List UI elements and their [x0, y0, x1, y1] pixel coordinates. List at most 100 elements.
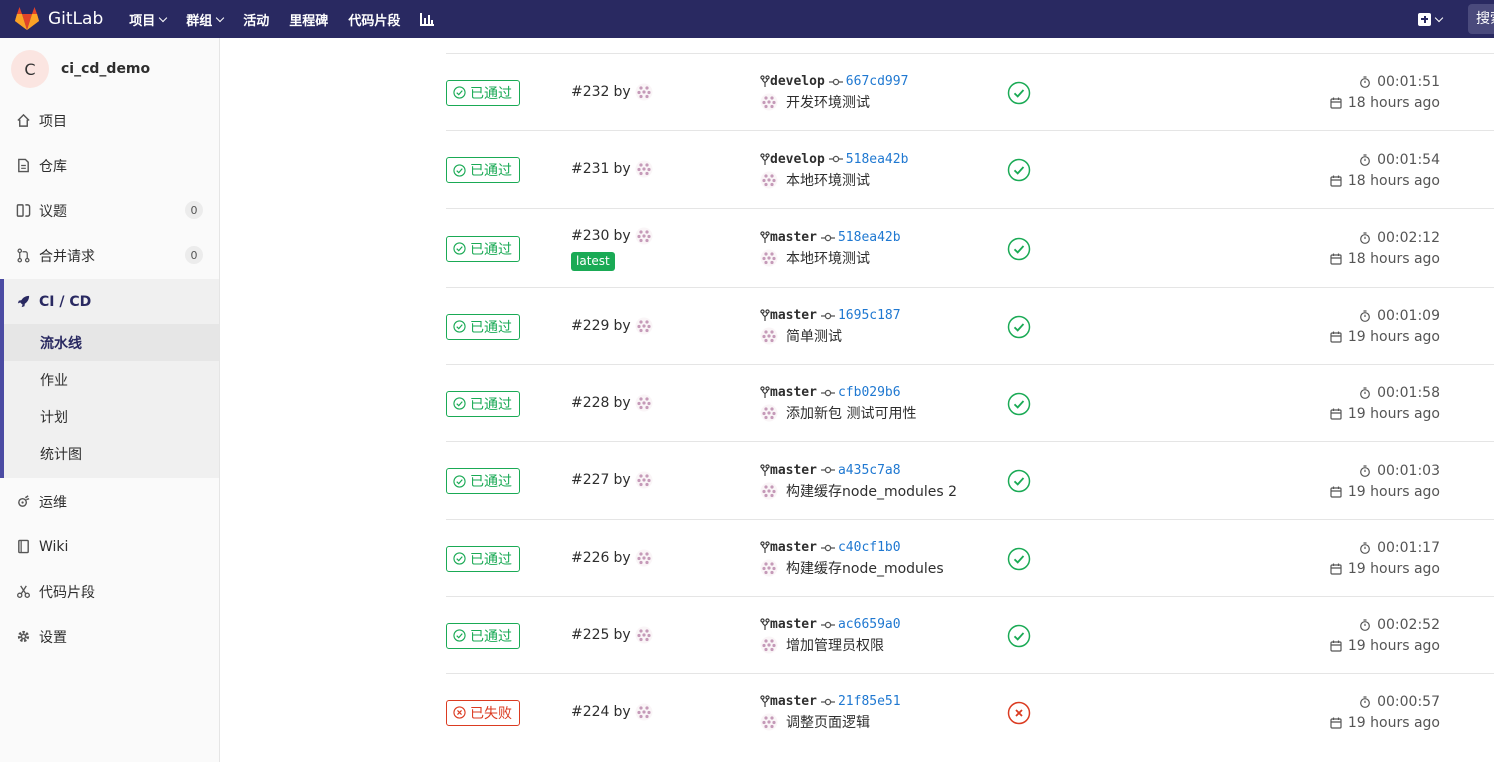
nav-item-projects[interactable]: 项目: [129, 10, 168, 29]
commit-author-avatar[interactable]: [760, 404, 778, 422]
branch-name-link[interactable]: master: [770, 463, 817, 478]
nav-item-activity[interactable]: 活动: [243, 10, 269, 29]
operations-icon: [18, 495, 30, 507]
sidebar-subitem-schedules[interactable]: 计划: [4, 398, 219, 435]
branch-name-link[interactable]: master: [770, 617, 817, 632]
pipeline-status-badge[interactable]: 已通过: [446, 313, 520, 340]
commit-message-link[interactable]: 添加新包 测试可用性: [786, 403, 916, 423]
nav-item-snippets[interactable]: 代码片段: [348, 10, 400, 29]
nav-item-groups[interactable]: 群组: [186, 10, 225, 29]
commit-author-avatar[interactable]: [760, 249, 778, 267]
commit-sha-link[interactable]: 518ea42b: [846, 152, 909, 167]
sidebar-item-operations[interactable]: 运维: [0, 479, 219, 524]
commit-message-link[interactable]: 简单测试: [786, 326, 842, 346]
stage-failed-icon[interactable]: [1007, 701, 1031, 725]
branch-name-link[interactable]: master: [770, 308, 817, 323]
pipeline-id-link[interactable]: #232: [571, 84, 609, 100]
stage-success-icon[interactable]: [1007, 624, 1031, 648]
stage-success-icon[interactable]: [1007, 158, 1031, 182]
sidebar-item-snippets[interactable]: 代码片段: [0, 569, 219, 614]
user-avatar[interactable]: [635, 703, 653, 721]
commit-sha-link[interactable]: 518ea42b: [838, 230, 901, 245]
pipeline-status-badge[interactable]: 已通过: [446, 157, 520, 183]
commit-message-link[interactable]: 本地环境测试: [786, 248, 870, 268]
user-avatar[interactable]: [635, 626, 653, 644]
stage-success-icon[interactable]: [1007, 81, 1031, 105]
commit-author-avatar[interactable]: [760, 559, 778, 577]
pipeline-status-badge[interactable]: 已失败: [446, 699, 520, 726]
commit-author-avatar[interactable]: [760, 327, 778, 345]
user-avatar[interactable]: [635, 394, 653, 412]
commit-message-link[interactable]: 增加管理员权限: [786, 635, 884, 655]
sidebar-item-merge-requests[interactable]: 合并请求 0: [0, 233, 219, 278]
new-dropdown-button[interactable]: [1418, 12, 1444, 26]
search-input[interactable]: 搜索: [1468, 4, 1494, 34]
commit-message-link[interactable]: 调整页面逻辑: [786, 712, 870, 732]
commit-author-avatar[interactable]: [760, 482, 778, 500]
stage-success-icon[interactable]: [1007, 469, 1031, 493]
sidebar-subitem-charts[interactable]: 统计图: [4, 435, 219, 472]
commit-sha-link[interactable]: 667cd997: [846, 74, 909, 89]
pipeline-id-link[interactable]: #225: [571, 627, 609, 643]
pipeline-status-badge[interactable]: 已通过: [446, 79, 520, 106]
gitlab-home-link[interactable]: GitLab: [14, 7, 103, 31]
branch-name-link[interactable]: master: [770, 230, 817, 245]
pipeline-status-badge[interactable]: 已通过: [446, 545, 520, 572]
commit-author-avatar[interactable]: [760, 171, 778, 189]
pipeline-status-badge[interactable]: 已通过: [446, 235, 520, 262]
sidebar-item-project[interactable]: 项目: [0, 98, 219, 143]
commit-sha-link[interactable]: cfb029b6: [838, 385, 901, 400]
user-avatar[interactable]: [635, 549, 653, 567]
commit-message-link[interactable]: 本地环境测试: [786, 170, 870, 190]
chevron-down-icon: [159, 13, 168, 22]
branch-name-link[interactable]: develop: [770, 152, 825, 167]
pipeline-status-badge[interactable]: 已通过: [446, 468, 520, 494]
sidebar-project-header[interactable]: C ci_cd_demo: [0, 38, 219, 100]
branch-name-link[interactable]: master: [770, 385, 817, 400]
stage-success-icon[interactable]: [1007, 315, 1031, 339]
stage-success-icon[interactable]: [1007, 547, 1031, 571]
branch-name-link[interactable]: master: [770, 694, 817, 709]
branch-name-link[interactable]: master: [770, 540, 817, 555]
pipeline-id-link[interactable]: #231: [571, 161, 609, 177]
pipeline-id-link[interactable]: #228: [571, 395, 609, 411]
stage-success-icon[interactable]: [1007, 392, 1031, 416]
nav-item-analytics[interactable]: [420, 12, 435, 26]
pipeline-id-link[interactable]: #229: [571, 318, 609, 334]
commit-message-link[interactable]: 构建缓存node_modules 2: [786, 481, 957, 501]
commit-sha-link[interactable]: ac6659a0: [838, 617, 901, 632]
commit-sha-link[interactable]: a435c7a8: [838, 463, 901, 478]
user-avatar[interactable]: [635, 227, 653, 245]
user-avatar[interactable]: [635, 471, 653, 489]
sidebar-item-wiki[interactable]: Wiki: [0, 524, 219, 569]
pipeline-timing: 00:00:57 19 hours ago: [1330, 692, 1440, 734]
stage-success-icon[interactable]: [1007, 237, 1031, 261]
commit-author-avatar[interactable]: [760, 93, 778, 111]
pipeline-id-link[interactable]: #230: [571, 228, 609, 244]
user-avatar[interactable]: [635, 83, 653, 101]
commit-sha-link[interactable]: 21f85e51: [838, 694, 901, 709]
pipeline-id-link[interactable]: #227: [571, 472, 609, 488]
commit-sha-link[interactable]: c40cf1b0: [838, 540, 901, 555]
commit-sha-link[interactable]: 1695c187: [838, 308, 901, 323]
branch-name-link[interactable]: develop: [770, 74, 825, 89]
sidebar-item-issues[interactable]: 议题 0: [0, 188, 219, 233]
pipeline-status-badge[interactable]: 已通过: [446, 390, 520, 417]
nav-item-milestones[interactable]: 里程碑: [289, 10, 328, 29]
commit-author-avatar[interactable]: [760, 713, 778, 731]
pipeline-id-link[interactable]: #224: [571, 704, 609, 720]
user-avatar[interactable]: [635, 317, 653, 335]
user-avatar[interactable]: [635, 160, 653, 178]
pipeline-by-label: by: [613, 626, 631, 643]
sidebar-item-repository[interactable]: 仓库: [0, 143, 219, 188]
pipeline-status-badge[interactable]: 已通过: [446, 622, 520, 649]
sidebar-item-cicd[interactable]: CI / CD: [4, 279, 219, 324]
commit-message-link[interactable]: 开发环境测试: [786, 92, 870, 112]
pipeline-duration: 00:01:17: [1377, 540, 1440, 556]
commit-author-avatar[interactable]: [760, 636, 778, 654]
commit-message-link[interactable]: 构建缓存node_modules: [786, 558, 944, 578]
sidebar-subitem-jobs[interactable]: 作业: [4, 361, 219, 398]
sidebar-item-settings[interactable]: 设置: [0, 614, 219, 659]
sidebar-subitem-pipelines[interactable]: 流水线: [4, 324, 219, 361]
pipeline-id-link[interactable]: #226: [571, 550, 609, 566]
